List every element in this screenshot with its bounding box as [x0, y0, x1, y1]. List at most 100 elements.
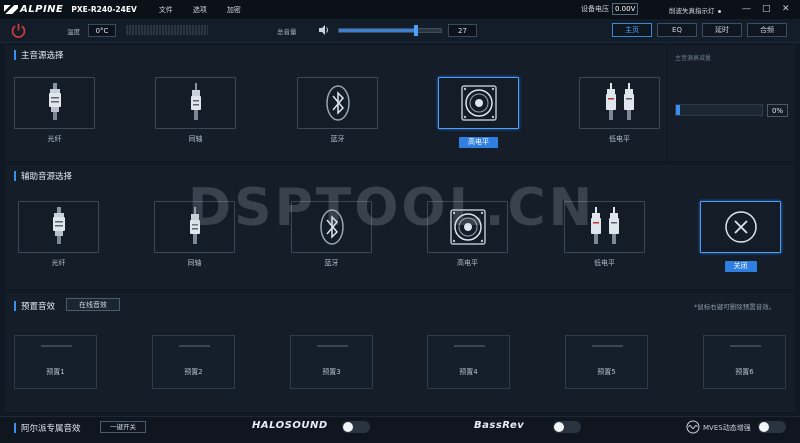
- source-card[interactable]: [18, 201, 99, 253]
- source-label-selected: 高电平: [459, 137, 498, 148]
- toggle-knob: [554, 422, 564, 432]
- preset-slot-1[interactable]: 预置1: [14, 335, 97, 389]
- preset-bar: [592, 345, 623, 347]
- presets-title: 预置音效: [14, 300, 55, 312]
- preset-bar: [730, 345, 761, 347]
- bassrev-logo: BassRev: [474, 420, 525, 431]
- preset-slot-5[interactable]: 预置5: [565, 335, 648, 389]
- source-card[interactable]: [427, 201, 508, 253]
- halosound-logo: HALOSOUND: [252, 420, 328, 431]
- aux-source-high-level[interactable]: 高电平: [427, 201, 508, 269]
- device-voltage: 设备电压 0.00V: [581, 3, 639, 15]
- temperature-label: 温度: [67, 28, 80, 36]
- master-volume-slider[interactable]: [338, 25, 442, 36]
- presets-panel: [5, 293, 795, 412]
- preset-bar: [454, 345, 485, 347]
- toggle-knob: [759, 422, 769, 432]
- source-card[interactable]: [564, 201, 645, 253]
- halosound-toggle[interactable]: [342, 421, 370, 433]
- maximize-button[interactable]: □: [762, 3, 771, 15]
- main-tabs: 主页 EQ 延时 合频: [612, 23, 787, 37]
- source-label: 蓝牙: [330, 135, 345, 143]
- master-volume-value[interactable]: 27: [448, 24, 477, 37]
- main-source-optical[interactable]: 光纤: [14, 77, 95, 145]
- attenuation-value: 0%: [767, 104, 788, 117]
- attenuation-label: 主音源衰减量: [675, 55, 712, 62]
- optical-icon: [52, 207, 65, 244]
- speaker-icon: [449, 209, 486, 245]
- volume-slider-thumb[interactable]: [413, 25, 418, 36]
- main-source-high-level[interactable]: 高电平: [438, 77, 519, 148]
- rca-icon: [590, 207, 619, 244]
- bluetooth-icon: [325, 85, 350, 121]
- source-label: 高电平: [457, 259, 478, 267]
- preset-label: 预置4: [459, 368, 478, 376]
- source-label: 低电平: [594, 259, 615, 267]
- preset-label: 预置6: [735, 368, 754, 376]
- preset-slot-2[interactable]: 预置2: [152, 335, 235, 389]
- source-card[interactable]: [297, 77, 378, 129]
- menu-file[interactable]: 文件: [159, 5, 173, 15]
- aux-source-coaxial[interactable]: 同轴: [154, 201, 235, 269]
- minimize-button[interactable]: —: [742, 3, 751, 15]
- attenuation-slider[interactable]: [675, 104, 763, 116]
- preset-label: 预置5: [597, 368, 616, 376]
- source-label: 光纤: [47, 135, 62, 143]
- source-card[interactable]: [155, 77, 236, 129]
- main-source-bluetooth[interactable]: 蓝牙: [297, 77, 378, 145]
- app-window: ALPINE PXE-R240-24EV 文件 选项 加密 设备电压 0.00V…: [0, 0, 800, 443]
- attenuation-fill: [676, 105, 680, 115]
- mves-wave-icon: [686, 420, 700, 434]
- preset-slot-3[interactable]: 预置3: [290, 335, 373, 389]
- preset-bar: [317, 345, 348, 347]
- menu-encrypt[interactable]: 加密: [227, 5, 241, 15]
- source-card[interactable]: [14, 77, 95, 129]
- one-key-switch-button[interactable]: 一键开关: [100, 421, 146, 433]
- source-card[interactable]: [154, 201, 235, 253]
- menu-options[interactable]: 选项: [193, 5, 207, 15]
- tab-delay[interactable]: 延时: [702, 23, 742, 37]
- source-card-selected[interactable]: [438, 77, 519, 129]
- close-button[interactable]: ✕: [782, 3, 790, 15]
- mves-toggle[interactable]: [758, 421, 786, 433]
- bassrev-toggle[interactable]: [553, 421, 581, 433]
- brand-name: ALPINE: [20, 4, 64, 15]
- preset-bar: [41, 345, 72, 347]
- indicator-dot-icon: [717, 9, 721, 13]
- clip-indicator: 削波失真指示灯: [669, 5, 721, 15]
- source-label: 蓝牙: [324, 259, 339, 267]
- toggle-knob: [343, 422, 353, 432]
- brand-logo: ALPINE: [4, 4, 63, 15]
- tab-home[interactable]: 主页: [612, 23, 652, 37]
- power-icon[interactable]: [10, 22, 27, 39]
- mves-label: MVES动态增强: [703, 424, 751, 432]
- main-source-title: 主音源选择: [14, 49, 64, 61]
- online-effects-button[interactable]: 在线音效: [66, 298, 120, 311]
- source-label: 同轴: [187, 259, 202, 267]
- source-card-selected[interactable]: [700, 201, 781, 253]
- source-card[interactable]: [291, 201, 372, 253]
- optical-icon: [48, 83, 61, 120]
- coaxial-icon: [190, 83, 201, 120]
- preset-slot-6[interactable]: 预置6: [703, 335, 786, 389]
- preset-label: 预置2: [184, 368, 203, 376]
- aux-source-bluetooth[interactable]: 蓝牙: [291, 201, 372, 269]
- tab-eq[interactable]: EQ: [657, 23, 697, 37]
- preset-label: 预置1: [46, 368, 65, 376]
- presets-hint: *鼠标右键可删除预置音效。: [694, 303, 776, 311]
- menu-bar: 文件 选项 加密: [159, 5, 241, 15]
- master-volume-label: 总音量: [277, 28, 297, 36]
- main-source-coaxial[interactable]: 同轴: [155, 77, 236, 145]
- aux-source-optical[interactable]: 光纤: [18, 201, 99, 269]
- aux-source-low-level[interactable]: 低电平: [564, 201, 645, 269]
- aux-source-off[interactable]: 关闭: [700, 201, 781, 272]
- preset-label: 预置3: [322, 368, 341, 376]
- temperature-value: 0°C: [88, 24, 116, 37]
- preset-slot-4[interactable]: 预置4: [427, 335, 510, 389]
- main-source-low-level[interactable]: 低电平: [579, 77, 660, 145]
- source-card[interactable]: [579, 77, 660, 129]
- tab-crossover[interactable]: 合频: [747, 23, 787, 37]
- volume-icon[interactable]: [318, 24, 330, 36]
- alpine-logo-icon: [4, 5, 18, 14]
- source-label: 光纤: [51, 259, 66, 267]
